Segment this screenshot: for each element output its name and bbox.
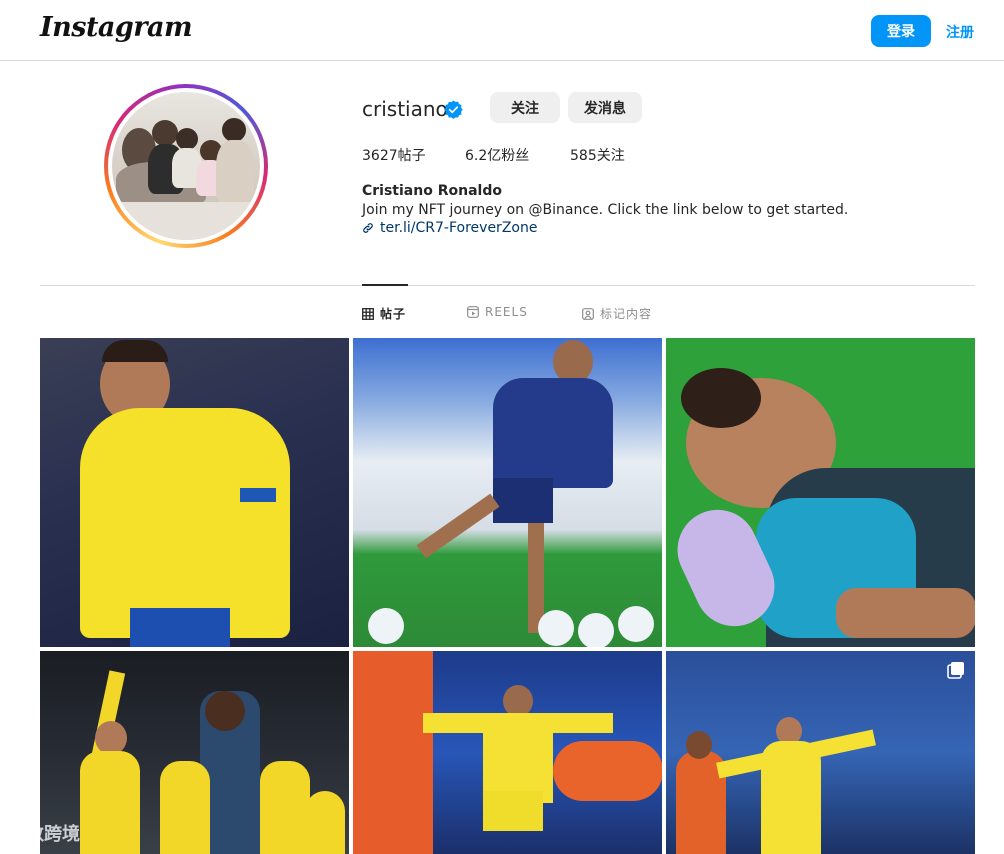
post-thumbnail[interactable] xyxy=(40,338,349,647)
post-thumbnail[interactable] xyxy=(666,651,975,854)
profile-link[interactable]: ter.li/CR7-ForeverZone xyxy=(362,220,537,236)
tabs-divider xyxy=(40,285,975,286)
tab-tagged[interactable]: 标记内容 xyxy=(582,305,652,322)
multiple-photos-icon xyxy=(947,662,964,679)
profile-avatar[interactable] xyxy=(104,84,268,248)
post-thumbnail[interactable] xyxy=(353,338,662,647)
tab-reels[interactable]: REELS xyxy=(467,305,528,319)
grid-icon xyxy=(362,307,374,320)
link-icon xyxy=(363,223,373,233)
message-button[interactable]: 发消息 xyxy=(568,92,642,123)
profile-link-text: ter.li/CR7-ForeverZone xyxy=(380,220,538,236)
active-tab-indicator xyxy=(362,284,408,286)
following-count[interactable]: 585关注 xyxy=(570,145,625,165)
signup-link[interactable]: 注册 xyxy=(946,22,974,42)
reels-icon xyxy=(467,306,479,318)
profile-bio: Join my NFT journey on @Binance. Click t… xyxy=(362,202,849,218)
top-navigation-bar: Instagram 登录 注册 xyxy=(0,0,1004,61)
followers-count[interactable]: 6.2亿粉丝 xyxy=(465,145,529,165)
verified-badge-icon xyxy=(444,100,463,119)
avatar-photo xyxy=(112,92,260,240)
post-thumbnail[interactable] xyxy=(353,651,662,854)
posts-count: 3627帖子 xyxy=(362,148,426,164)
tab-posts-label: 帖子 xyxy=(380,307,407,321)
instagram-logo[interactable]: Instagram xyxy=(40,12,193,43)
tab-tagged-label: 标记内容 xyxy=(600,307,653,321)
login-button[interactable]: 登录 xyxy=(871,15,931,47)
follow-button[interactable]: 关注 xyxy=(490,92,560,123)
tab-reels-label: REELS xyxy=(485,305,528,319)
watermark-text: 大数跨境 xyxy=(8,824,80,845)
post-thumbnail[interactable] xyxy=(40,651,349,854)
tagged-icon xyxy=(582,307,594,320)
profile-full-name: Cristiano Ronaldo xyxy=(362,183,502,199)
post-thumbnail[interactable] xyxy=(666,338,975,647)
tab-posts[interactable]: 帖子 xyxy=(362,305,406,322)
profile-username: cristiano xyxy=(362,97,448,121)
